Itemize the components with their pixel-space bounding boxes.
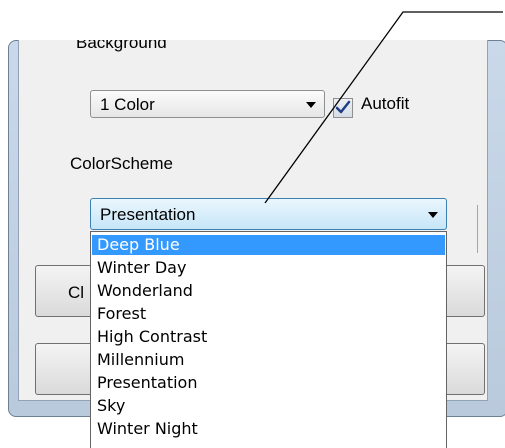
color-scheme-label: ColorScheme	[70, 154, 173, 173]
option-deep-blue[interactable]: Deep Blue	[92, 235, 445, 255]
autofit-label: Autofit	[361, 94, 410, 113]
partial-button-label: Cl	[68, 283, 85, 302]
option-high-contrast[interactable]: High Contrast	[92, 327, 445, 347]
option-sky[interactable]: Sky	[92, 396, 445, 416]
background-label: Background	[76, 40, 167, 52]
chevron-down-icon	[428, 212, 438, 218]
background-select-value: 1 Color	[100, 95, 155, 114]
autofit-checkbox[interactable]	[333, 98, 353, 118]
background-select[interactable]: 1 Color	[90, 90, 325, 118]
color-scheme-dropdown-list: Deep Blue Winter Day Wonderland Forest H…	[90, 231, 447, 448]
group-divider	[477, 205, 478, 253]
option-winter-day[interactable]: Winter Day	[92, 258, 445, 278]
option-wonderland[interactable]: Wonderland	[92, 281, 445, 301]
color-scheme-select-value: Presentation	[100, 205, 196, 224]
option-presentation[interactable]: Presentation	[92, 373, 445, 393]
option-forest[interactable]: Forest	[92, 304, 445, 324]
option-winter-night[interactable]: Winter Night	[92, 419, 445, 439]
color-scheme-select[interactable]: Presentation	[90, 198, 447, 230]
chevron-down-icon	[306, 102, 316, 108]
checkmark-icon	[335, 100, 351, 114]
option-millennium[interactable]: Millennium	[92, 350, 445, 370]
